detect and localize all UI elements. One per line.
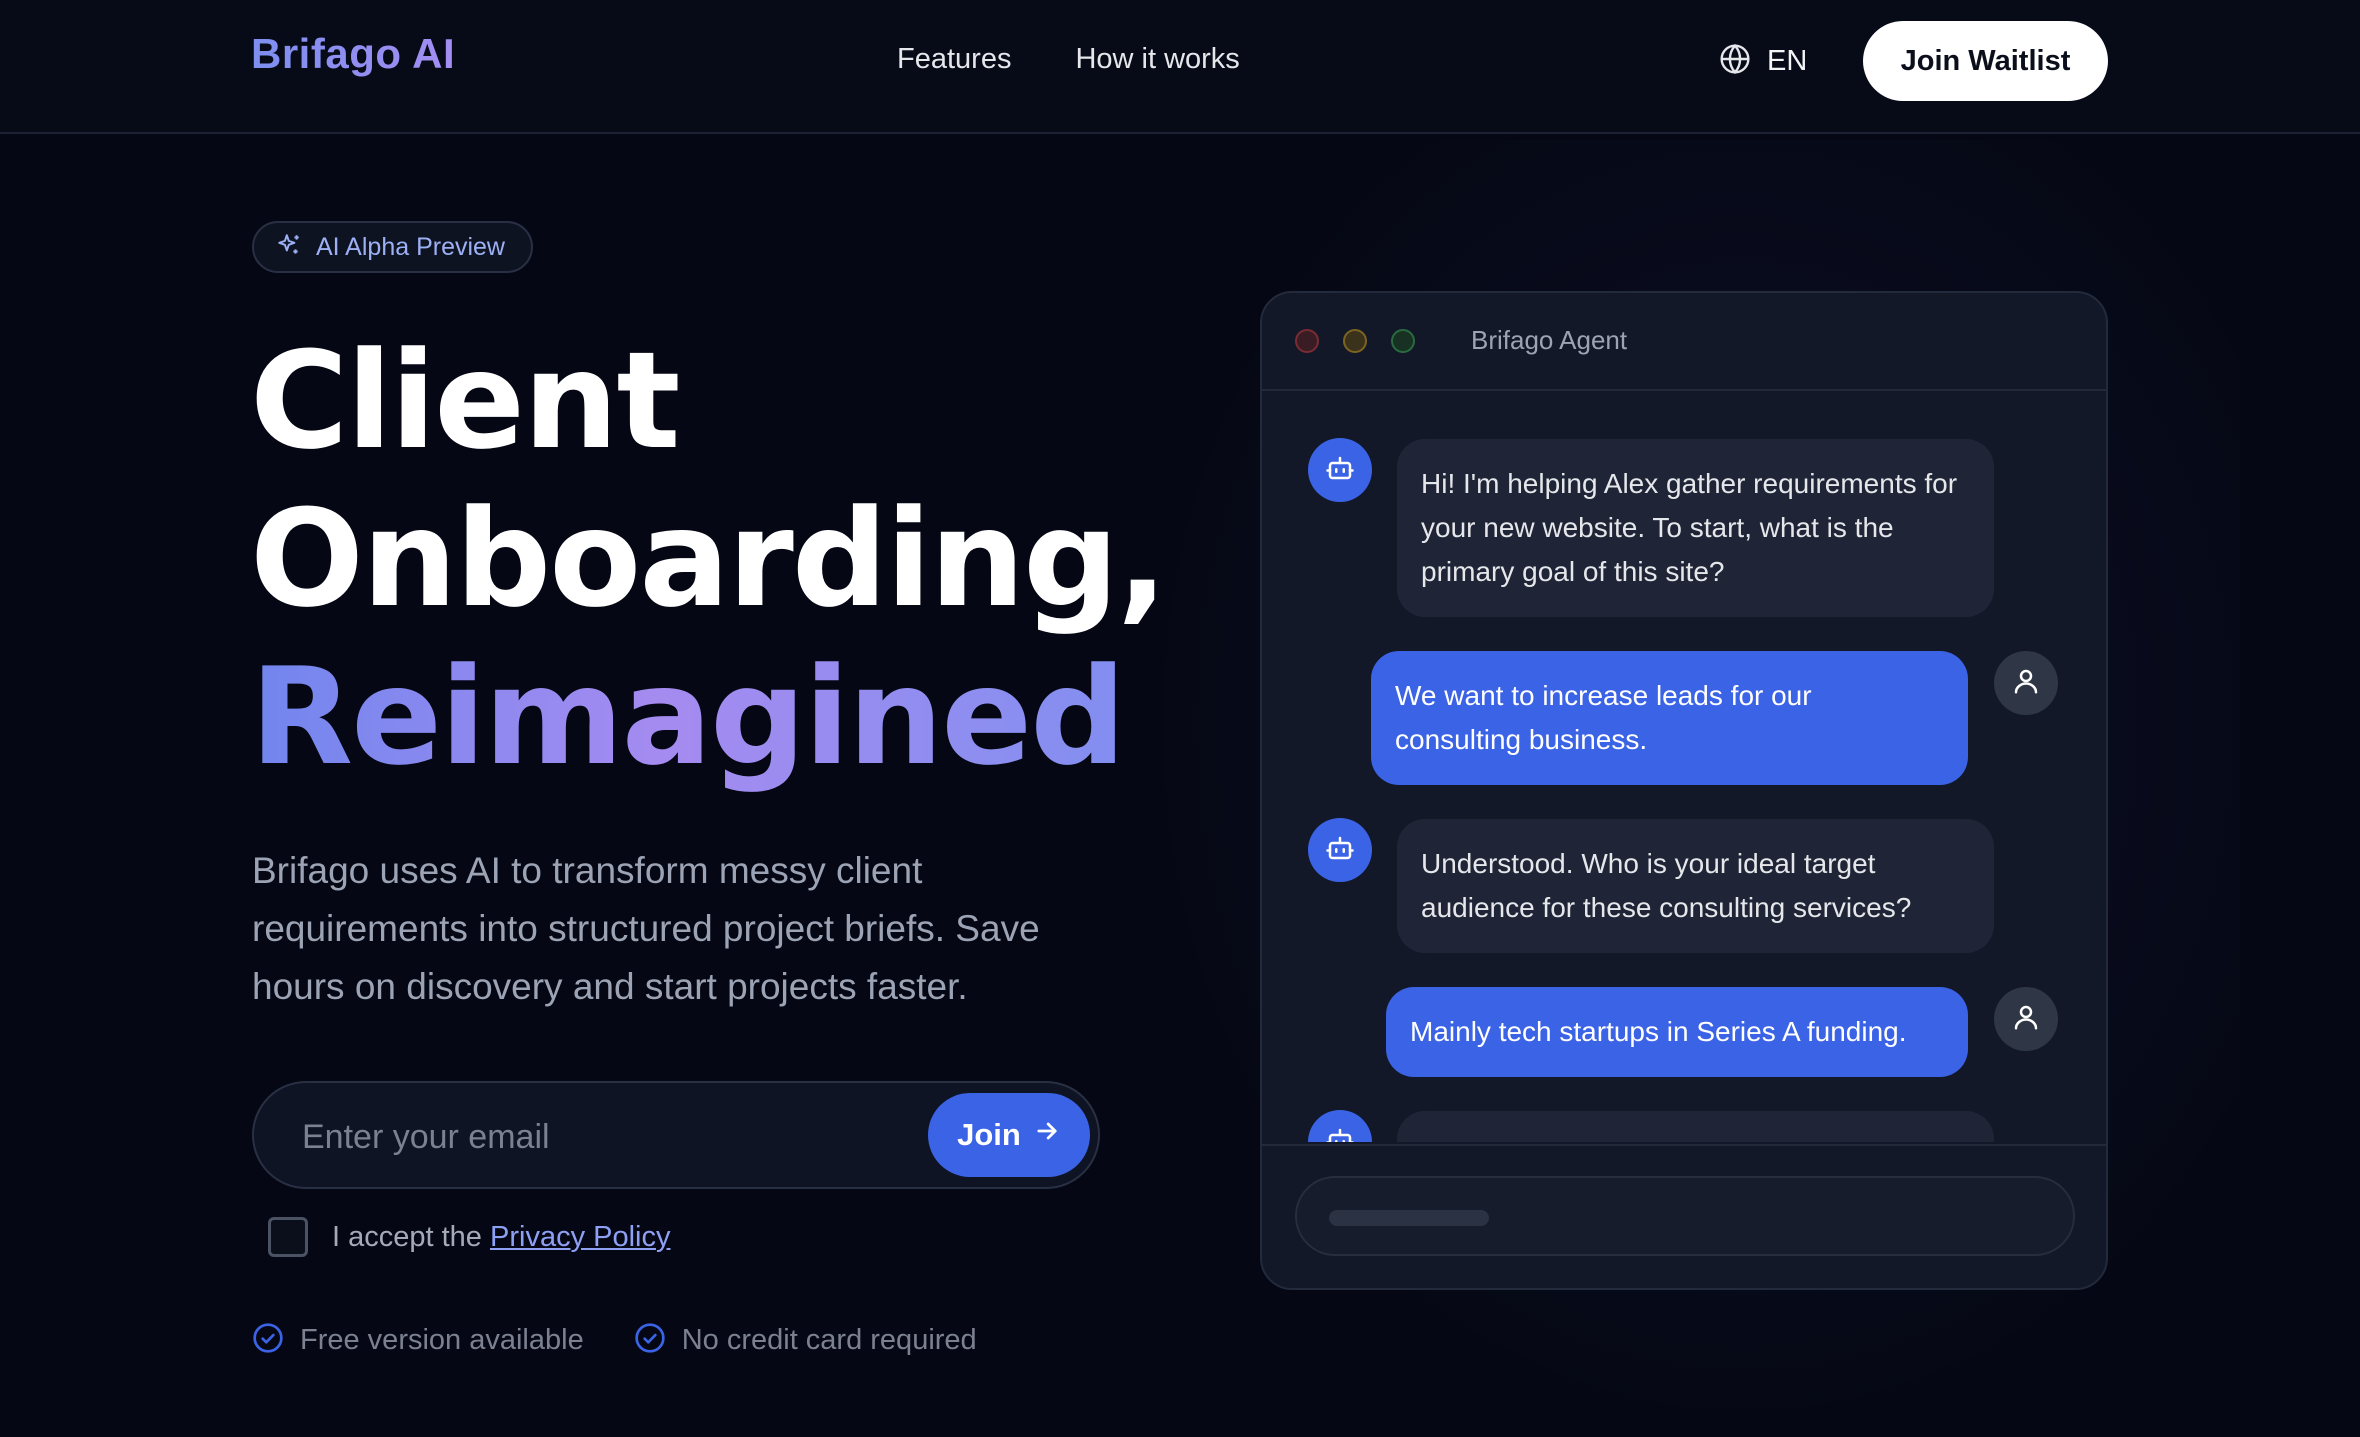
badge-label: AI Alpha Preview [316, 232, 505, 261]
hero-title: Client Onboarding, Reimagined [250, 322, 1168, 796]
bot-message [1397, 1111, 1994, 1142]
hero-title-line-3: Reimagined [250, 638, 1166, 796]
nav-links: Features How it works [897, 43, 1240, 76]
chat-input-placeholder [1329, 1210, 1489, 1226]
check-circle-icon [634, 1322, 666, 1359]
nav-link-features[interactable]: Features [897, 43, 1011, 76]
window-close-dot [1295, 329, 1319, 353]
user-avatar [1994, 651, 2058, 715]
chat-title: Brifago Agent [1471, 325, 1628, 355]
bot-avatar [1308, 438, 1372, 502]
nav-link-how-it-works[interactable]: How it works [1075, 43, 1239, 76]
consent-prefix: I accept the [332, 1220, 482, 1253]
brand-logo[interactable]: Brifago AI [251, 30, 455, 78]
check-circle-icon [252, 1322, 284, 1359]
bot-message-text: Understood. Who is your ideal target aud… [1421, 848, 1912, 923]
bot-avatar [1308, 818, 1372, 882]
email-input[interactable] [302, 1109, 822, 1165]
hero-subtitle: Brifago uses AI to transform messy clien… [252, 850, 1040, 1007]
join-waitlist-button[interactable]: Join Waitlist [1863, 21, 2108, 101]
bot-message: Hi! I'm helping Alex gather requirements… [1397, 439, 1994, 617]
user-message-text: We want to increase leads for our consul… [1395, 680, 1812, 755]
join-button[interactable]: Join [928, 1093, 1090, 1177]
language-selector[interactable]: EN [1719, 43, 1807, 80]
perk-label: No credit card required [681, 1324, 977, 1356]
consent-text: I accept the Privacy Policy [332, 1221, 671, 1254]
bot-message-text: Hi! I'm helping Alex gather requirements… [1421, 468, 1958, 587]
perk-item: No credit card required [634, 1322, 977, 1359]
hero-title-line-1: Client [250, 323, 681, 479]
window-maximize-dot [1391, 329, 1415, 353]
user-message: We want to increase leads for our consul… [1371, 651, 1968, 785]
robot-icon [1325, 453, 1355, 488]
chat-message-layer: Hi! I'm helping Alex gather requirements… [1260, 391, 2108, 1142]
privacy-checkbox[interactable] [268, 1217, 308, 1257]
chat-input[interactable] [1295, 1176, 2075, 1256]
perk-label: Free version available [300, 1324, 584, 1356]
sparkles-icon [276, 232, 302, 263]
perks-list: Free version available No credit card re… [252, 1322, 977, 1359]
landing-page: Brifago AI Features How it works EN Join… [0, 0, 2360, 1437]
user-icon [2011, 1002, 2041, 1037]
chat-footer [1262, 1144, 2106, 1288]
user-message-text: Mainly tech startups in Series A funding… [1410, 1016, 1907, 1047]
language-label: EN [1767, 45, 1808, 77]
chat-header: Brifago Agent [1262, 293, 2106, 391]
user-message: Mainly tech startups in Series A funding… [1386, 987, 1968, 1077]
user-icon [2011, 666, 2041, 701]
perk-item: Free version available [252, 1322, 584, 1359]
bot-avatar [1308, 1110, 1372, 1142]
arrow-right-icon [1033, 1117, 1061, 1153]
globe-icon [1719, 43, 1751, 80]
window-minimize-dot [1343, 329, 1367, 353]
waitlist-form: Join [252, 1081, 1100, 1189]
privacy-policy-link[interactable]: Privacy Policy [490, 1221, 671, 1253]
join-button-label: Join [957, 1117, 1021, 1152]
top-nav: Brifago AI Features How it works EN Join… [0, 0, 2360, 134]
alpha-preview-badge: AI Alpha Preview [252, 221, 533, 273]
robot-icon [1325, 833, 1355, 868]
hero-title-line-2: Onboarding, [250, 481, 1168, 637]
privacy-consent: I accept the Privacy Policy [268, 1217, 671, 1257]
user-avatar [1994, 987, 2058, 1051]
bot-message: Understood. Who is your ideal target aud… [1397, 819, 1994, 953]
robot-icon [1325, 1125, 1355, 1142]
